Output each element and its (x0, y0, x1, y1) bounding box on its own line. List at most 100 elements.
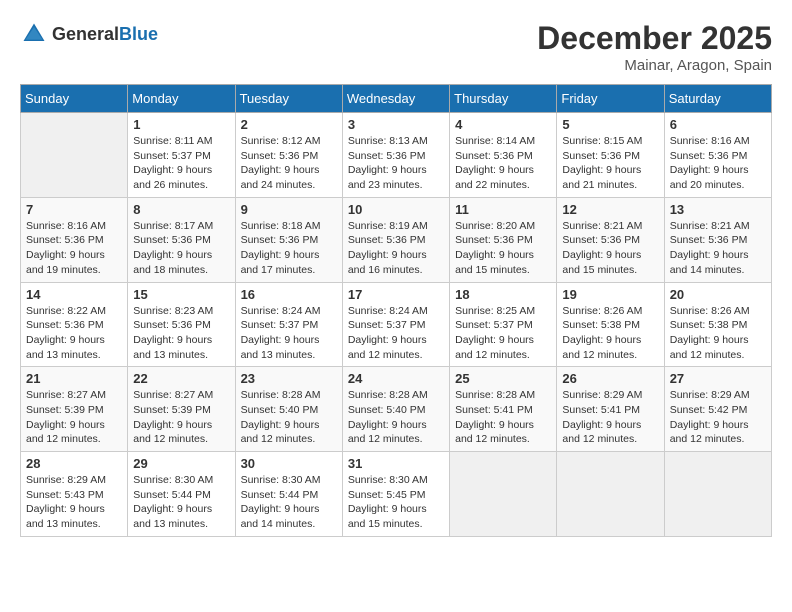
calendar-day-cell: 15Sunrise: 8:23 AMSunset: 5:36 PMDayligh… (128, 282, 235, 367)
calendar-day-cell: 25 Sunrise: 8:28 AMSunset: 5:41 PMDayligh… (450, 367, 557, 452)
day-number: 6 (670, 117, 766, 132)
day-info: Sunrise: 8:26 AMSunset: 5:38 PMDaylight:… (562, 304, 658, 363)
day-number: 19 (562, 287, 658, 302)
calendar-day-cell: 16Sunrise: 8:24 AMSunset: 5:37 PMDayligh… (235, 282, 342, 367)
day-info: Sunrise: 8:11 AMSunset: 5:37 PMDaylight:… (133, 134, 229, 193)
calendar-day-cell: 13 Sunrise: 8:21 AMSunset: 5:36 PMDayligh… (664, 197, 771, 282)
day-info: Sunrise: 8:19 AMSunset: 5:36 PMDaylight:… (348, 219, 444, 278)
calendar-day-cell: 7Sunrise: 8:16 AMSunset: 5:36 PMDaylight… (21, 197, 128, 282)
day-number: 14 (26, 287, 122, 302)
day-info: Sunrise: 8:24 AMSunset: 5:37 PMDaylight:… (348, 304, 444, 363)
weekday-header-cell: Saturday (664, 85, 771, 113)
day-number: 12 (562, 202, 658, 217)
month-year-title: December 2025 (537, 20, 772, 57)
day-info: Sunrise: 8:12 AMSunset: 5:36 PMDaylight:… (241, 134, 337, 193)
day-number: 25 (455, 371, 551, 386)
calendar-day-cell: 6 Sunrise: 8:16 AMSunset: 5:36 PMDaylight… (664, 113, 771, 198)
calendar-day-cell (450, 452, 557, 537)
calendar-day-cell (21, 113, 128, 198)
day-info: Sunrise: 8:30 AMSunset: 5:44 PMDaylight:… (241, 473, 337, 532)
day-info: Sunrise: 8:28 AMSunset: 5:40 PMDaylight:… (348, 388, 444, 447)
calendar-day-cell: 23Sunrise: 8:28 AMSunset: 5:40 PMDayligh… (235, 367, 342, 452)
calendar-day-cell: 3 Sunrise: 8:13 AMSunset: 5:36 PMDaylight… (342, 113, 449, 198)
day-number: 18 (455, 287, 551, 302)
calendar-day-cell (557, 452, 664, 537)
day-number: 30 (241, 456, 337, 471)
day-info: Sunrise: 8:18 AMSunset: 5:36 PMDaylight:… (241, 219, 337, 278)
calendar-day-cell: 1 Sunrise: 8:11 AMSunset: 5:37 PMDaylight… (128, 113, 235, 198)
calendar-week-row: 21Sunrise: 8:27 AMSunset: 5:39 PMDayligh… (21, 367, 772, 452)
day-info: Sunrise: 8:30 AMSunset: 5:45 PMDaylight:… (348, 473, 444, 532)
calendar-day-cell: 19 Sunrise: 8:26 AMSunset: 5:38 PMDayligh… (557, 282, 664, 367)
day-number: 31 (348, 456, 444, 471)
calendar-day-cell: 11Sunrise: 8:20 AMSunset: 5:36 PMDayligh… (450, 197, 557, 282)
day-number: 15 (133, 287, 229, 302)
day-number: 8 (133, 202, 229, 217)
day-info: Sunrise: 8:27 AMSunset: 5:39 PMDaylight:… (26, 388, 122, 447)
calendar-day-cell (664, 452, 771, 537)
day-info: Sunrise: 8:27 AMSunset: 5:39 PMDaylight:… (133, 388, 229, 447)
calendar-day-cell: 5 Sunrise: 8:15 AMSunset: 5:36 PMDaylight… (557, 113, 664, 198)
day-info: Sunrise: 8:30 AMSunset: 5:44 PMDaylight:… (133, 473, 229, 532)
calendar-day-cell: 30 Sunrise: 8:30 AMSunset: 5:44 PMDayligh… (235, 452, 342, 537)
day-info: Sunrise: 8:17 AMSunset: 5:36 PMDaylight:… (133, 219, 229, 278)
day-info: Sunrise: 8:28 AMSunset: 5:40 PMDaylight:… (241, 388, 337, 447)
day-info: Sunrise: 8:29 AMSunset: 5:42 PMDaylight:… (670, 388, 766, 447)
calendar-day-cell: 28 Sunrise: 8:29 AMSunset: 5:43 PMDayligh… (21, 452, 128, 537)
day-number: 3 (348, 117, 444, 132)
calendar-day-cell: 24Sunrise: 8:28 AMSunset: 5:40 PMDayligh… (342, 367, 449, 452)
day-info: Sunrise: 8:15 AMSunset: 5:36 PMDaylight:… (562, 134, 658, 193)
day-number: 1 (133, 117, 229, 132)
calendar-day-cell: 31 Sunrise: 8:30 AMSunset: 5:45 PMDayligh… (342, 452, 449, 537)
day-number: 27 (670, 371, 766, 386)
day-info: Sunrise: 8:28 AMSunset: 5:41 PMDaylight:… (455, 388, 551, 447)
day-info: Sunrise: 8:21 AMSunset: 5:36 PMDaylight:… (670, 219, 766, 278)
calendar-day-cell: 14 Sunrise: 8:22 AMSunset: 5:36 PMDayligh… (21, 282, 128, 367)
day-number: 11 (455, 202, 551, 217)
day-info: Sunrise: 8:14 AMSunset: 5:36 PMDaylight:… (455, 134, 551, 193)
page-header: GeneralBlue December 2025 Mainar, Aragon… (20, 20, 772, 74)
calendar-day-cell: 2 Sunrise: 8:12 AMSunset: 5:36 PMDaylight… (235, 113, 342, 198)
weekday-header-row: SundayMondayTuesdayWednesdayThursdayFrid… (21, 85, 772, 113)
day-number: 10 (348, 202, 444, 217)
calendar-day-cell: 20Sunrise: 8:26 AMSunset: 5:38 PMDayligh… (664, 282, 771, 367)
calendar-day-cell: 8 Sunrise: 8:17 AMSunset: 5:36 PMDaylight… (128, 197, 235, 282)
calendar-day-cell: 18 Sunrise: 8:25 AMSunset: 5:37 PMDayligh… (450, 282, 557, 367)
weekday-header-cell: Wednesday (342, 85, 449, 113)
day-info: Sunrise: 8:13 AMSunset: 5:36 PMDaylight:… (348, 134, 444, 193)
day-number: 2 (241, 117, 337, 132)
day-info: Sunrise: 8:21 AMSunset: 5:36 PMDaylight:… (562, 219, 658, 278)
day-info: Sunrise: 8:29 AMSunset: 5:41 PMDaylight:… (562, 388, 658, 447)
calendar-day-cell: 21Sunrise: 8:27 AMSunset: 5:39 PMDayligh… (21, 367, 128, 452)
calendar-day-cell: 12 Sunrise: 8:21 AMSunset: 5:36 PMDayligh… (557, 197, 664, 282)
calendar-week-row: 7Sunrise: 8:16 AMSunset: 5:36 PMDaylight… (21, 197, 772, 282)
logo-blue: Blue (119, 24, 158, 44)
day-info: Sunrise: 8:24 AMSunset: 5:37 PMDaylight:… (241, 304, 337, 363)
title-area: December 2025 Mainar, Aragon, Spain (537, 20, 772, 74)
calendar-week-row: 1 Sunrise: 8:11 AMSunset: 5:37 PMDaylight… (21, 113, 772, 198)
day-info: Sunrise: 8:29 AMSunset: 5:43 PMDaylight:… (26, 473, 122, 532)
day-info: Sunrise: 8:26 AMSunset: 5:38 PMDaylight:… (670, 304, 766, 363)
calendar-day-cell: 29Sunrise: 8:30 AMSunset: 5:44 PMDayligh… (128, 452, 235, 537)
day-number: 28 (26, 456, 122, 471)
day-info: Sunrise: 8:16 AMSunset: 5:36 PMDaylight:… (670, 134, 766, 193)
day-number: 7 (26, 202, 122, 217)
day-number: 13 (670, 202, 766, 217)
day-number: 9 (241, 202, 337, 217)
day-number: 5 (562, 117, 658, 132)
weekday-header-cell: Monday (128, 85, 235, 113)
day-number: 26 (562, 371, 658, 386)
weekday-header-cell: Friday (557, 85, 664, 113)
weekday-header-cell: Sunday (21, 85, 128, 113)
calendar-body: 1 Sunrise: 8:11 AMSunset: 5:37 PMDaylight… (21, 113, 772, 537)
weekday-header-cell: Tuesday (235, 85, 342, 113)
day-info: Sunrise: 8:22 AMSunset: 5:36 PMDaylight:… (26, 304, 122, 363)
logo: GeneralBlue (20, 20, 158, 48)
calendar-day-cell: 9 Sunrise: 8:18 AMSunset: 5:36 PMDaylight… (235, 197, 342, 282)
calendar-week-row: 14 Sunrise: 8:22 AMSunset: 5:36 PMDayligh… (21, 282, 772, 367)
day-number: 17 (348, 287, 444, 302)
weekday-header-cell: Thursday (450, 85, 557, 113)
day-info: Sunrise: 8:25 AMSunset: 5:37 PMDaylight:… (455, 304, 551, 363)
calendar-day-cell: 26 Sunrise: 8:29 AMSunset: 5:41 PMDayligh… (557, 367, 664, 452)
logo-general: General (52, 24, 119, 44)
